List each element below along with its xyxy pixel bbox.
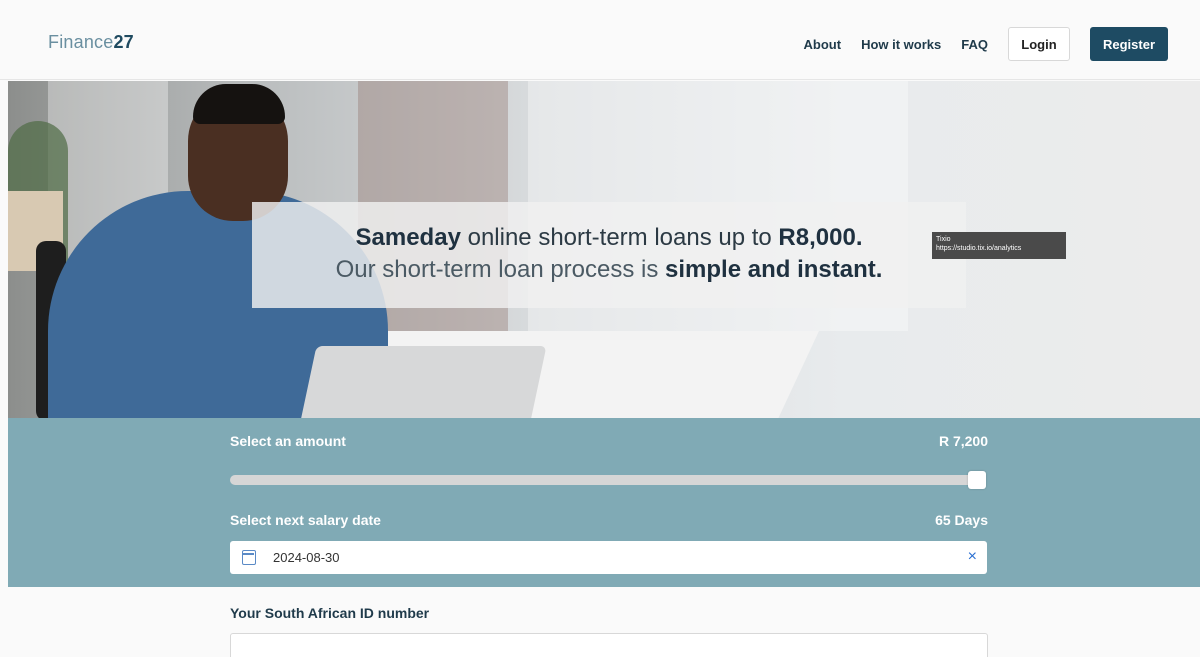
nav-link-faq[interactable]: FAQ — [961, 37, 988, 52]
amount-value: R 7,200 — [938, 433, 988, 449]
amount-label: Select an amount — [230, 433, 346, 449]
hero-laptop — [299, 346, 547, 418]
hero-banner: Sameday online short-term loans up to R8… — [8, 81, 1200, 418]
salary-date-value: 2024-08-30 — [273, 550, 340, 565]
salary-date-field[interactable]: 2024-08-30 × — [230, 541, 987, 574]
hero-subline-text: Our short-term loan process is — [335, 256, 666, 283]
login-button[interactable]: Login — [1008, 27, 1070, 61]
id-number-label: Your South African ID number — [230, 605, 430, 621]
salary-days-value: 65 Days — [935, 512, 988, 528]
hero-headline-line1: Sameday online short-term loans up to R8… — [252, 224, 966, 252]
hero-headline-sameday: Sameday — [355, 224, 461, 251]
calendar-icon[interactable] — [242, 550, 256, 565]
hero-headline-line2: Our short-term loan process is simple an… — [252, 256, 966, 284]
clear-date-icon[interactable]: × — [968, 548, 977, 566]
link-tooltip: Tixio https://studio.tix.io/analytics — [932, 232, 1066, 259]
logo-number: 27 — [113, 32, 134, 52]
hero-headline-amount: R8,000. — [778, 224, 863, 251]
hero-person-hair — [193, 84, 285, 124]
nav-link-how-it-works[interactable]: How it works — [861, 37, 941, 52]
logo-text: Finance — [48, 32, 114, 52]
main-nav: About How it works FAQ Login Register — [804, 27, 1168, 61]
hero-headline-text: online short-term loans up to — [460, 224, 779, 251]
nav-link-about[interactable]: About — [804, 37, 842, 52]
register-button[interactable]: Register — [1090, 27, 1168, 61]
amount-slider-thumb[interactable] — [968, 471, 986, 489]
id-number-input[interactable] — [230, 633, 988, 657]
loan-calculator-panel: Select an amount R 7,200 Select next sal… — [8, 418, 1200, 587]
amount-slider-track[interactable] — [230, 475, 986, 485]
hero-headline-box: Sameday online short-term loans up to R8… — [252, 202, 966, 308]
salary-date-label: Select next salary date — [230, 512, 381, 528]
tooltip-title: Tixio — [936, 236, 951, 243]
site-header: Finance27 About How it works FAQ Login R… — [0, 0, 1200, 80]
logo[interactable]: Finance27 — [48, 32, 134, 53]
tooltip-url: https://studio.tix.io/analytics — [936, 245, 1022, 252]
hero-subline-bold: simple and instant. — [665, 256, 883, 283]
